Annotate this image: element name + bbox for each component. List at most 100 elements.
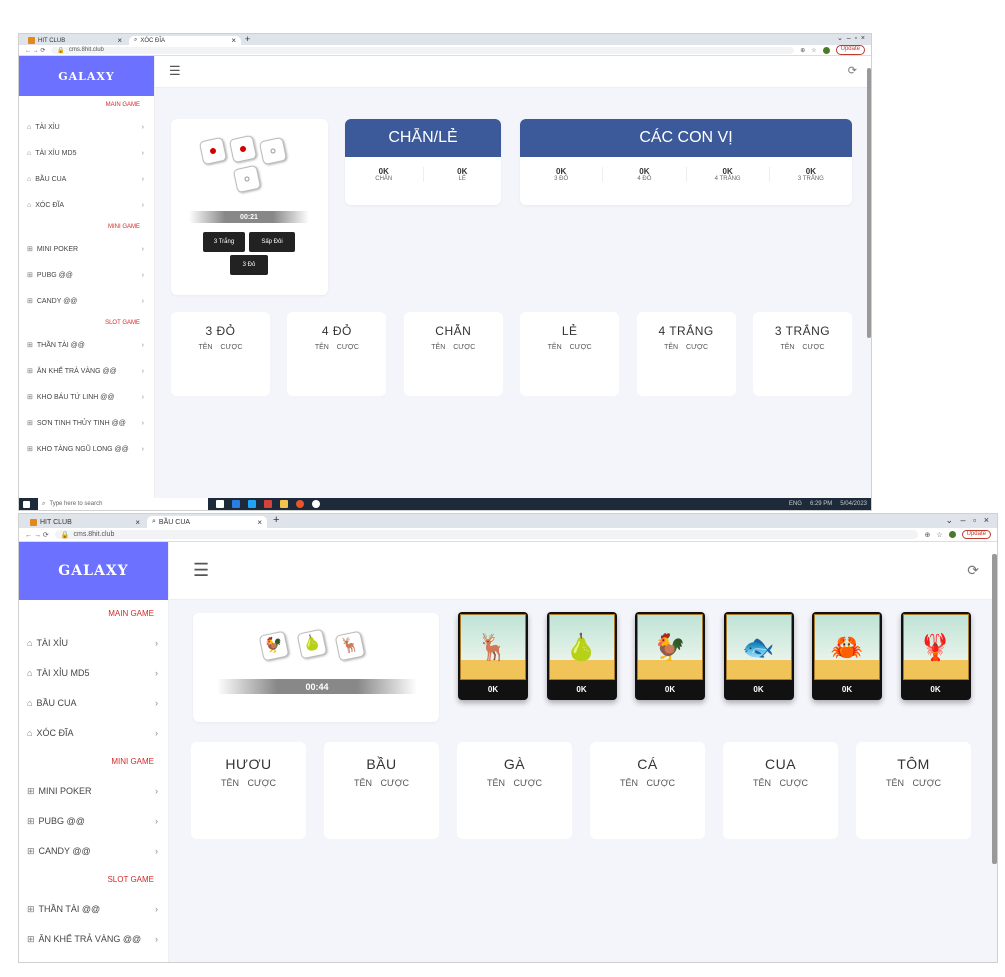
new-tab-button[interactable]: + xyxy=(273,514,279,526)
sidebar-item-pubg[interactable]: ⊞ PUBG @@ › xyxy=(19,806,168,836)
result-3-trang-button[interactable]: 3 Trắng xyxy=(203,232,245,252)
sidebar-item-kho-bau-tu-linh[interactable]: ⊞ KHO BÁU TỨ LINH @@ › xyxy=(19,384,154,410)
nav-arrows-icon[interactable]: ← → ⟳ xyxy=(25,47,45,54)
update-button[interactable]: Update xyxy=(835,45,865,55)
tab-hit-club[interactable]: HIT CLUB × xyxy=(25,516,145,528)
refresh-icon[interactable]: ⟳ xyxy=(967,562,979,579)
sidebar-item-bau-cua[interactable]: ⌂ BẦU CUA › xyxy=(19,166,154,192)
bet-card-huou[interactable]: HƯƠU TÊN CƯỢC xyxy=(191,742,306,839)
sidebar: GALAXY MAIN GAME ⌂ TÀI XỈU › ⌂ TÀI XỈU MD5 › ⌂… xyxy=(19,542,169,962)
url-field[interactable]: 🔒 cms.8hit.club xyxy=(54,529,919,540)
close-tab-icon[interactable]: × xyxy=(117,36,122,45)
sidebar-item-candy[interactable]: ⊞ CANDY @@ › xyxy=(19,288,154,314)
bet-card-3-trang[interactable]: 3 TRẮNG TÊN CƯỢC xyxy=(753,312,852,396)
url-field[interactable]: 🔒 cms.8hit.club xyxy=(51,46,795,54)
close-tab-icon[interactable]: × xyxy=(257,518,262,527)
extension-icon[interactable] xyxy=(948,531,956,538)
bet-card-le[interactable]: LẺ TÊN CƯỢC xyxy=(520,312,620,396)
sidebar-item-bau-cua[interactable]: ⌂ BẦU CUA › xyxy=(19,688,168,718)
animal-card[interactable]: 🦌 0K xyxy=(458,612,528,700)
header-bar: ☰ ⟳ xyxy=(155,56,871,88)
refresh-icon[interactable]: ⟳ xyxy=(848,64,857,77)
countdown-timer: 00:21 xyxy=(189,211,309,223)
animal-card[interactable]: 🐟 0K xyxy=(723,612,794,700)
sidebar-item-candy[interactable]: ⊞ CANDY @@ › xyxy=(19,836,168,866)
windows-start-icon[interactable] xyxy=(23,500,30,508)
bet-card-tom[interactable]: TÔM TÊN CƯỢC xyxy=(856,742,971,839)
close-tab-icon[interactable]: × xyxy=(135,518,140,527)
die-bau-icon: 🍐 xyxy=(296,628,328,660)
grid-icon: ⊞ xyxy=(27,246,33,253)
taskbar-time: 6:29 PM xyxy=(809,501,833,507)
stat-value: 0K xyxy=(378,167,389,176)
extension-icon[interactable] xyxy=(822,46,830,54)
new-tab-button[interactable]: + xyxy=(245,34,250,44)
game-icon: ⌂ xyxy=(27,123,32,131)
tab-xoc-dia[interactable]: ⌕ XÓC ĐĨA × xyxy=(129,36,241,45)
sidebar-item-tai-xiu[interactable]: ⌂ TÀI XỈU › xyxy=(19,628,168,658)
close-tab-icon[interactable]: × xyxy=(231,36,236,45)
bet-card-cua[interactable]: CUA TÊN CƯỢC xyxy=(723,742,838,839)
sidebar-item-label: THẦN TÀI @@ xyxy=(38,904,101,914)
sidebar-item-mini-poker[interactable]: ⊞ MINI POKER › xyxy=(19,236,154,262)
task-view-icon[interactable] xyxy=(216,500,224,508)
taskbar-search[interactable]: ⌕ Type here to search xyxy=(38,498,208,510)
app-icon[interactable] xyxy=(232,500,240,508)
sidebar-item-label: PUBG @@ xyxy=(38,816,85,826)
sidebar-item-xoc-dia[interactable]: ⌂ XÓC ĐĨA › xyxy=(19,718,168,748)
scrollbar[interactable] xyxy=(992,554,997,864)
tab-bau-cua[interactable]: ⌕ BẦU CUA × xyxy=(147,516,267,528)
nav-arrows-icon[interactable]: ← → ⟳ xyxy=(25,531,49,539)
sidebar-item-label: XÓC ĐĨA xyxy=(35,201,65,209)
menu-icon[interactable]: ☰ xyxy=(169,63,181,79)
chrome-icon[interactable] xyxy=(312,500,320,508)
app-icon[interactable] xyxy=(296,500,304,508)
bet-subtitle: TÊN CƯỢC xyxy=(314,343,359,351)
bau-cua-dice-card: 🐓 🍐 🦌 00:44 xyxy=(193,613,439,722)
zoom-icon[interactable]: ⊕ xyxy=(924,531,930,539)
app-icon[interactable] xyxy=(264,500,272,508)
stat-label: 3 ĐỎ xyxy=(554,176,569,182)
result-3-do-button[interactable]: 3 Đỏ xyxy=(230,255,268,275)
star-icon[interactable]: ☆ xyxy=(936,531,942,539)
bet-card-bau[interactable]: BẦU TÊN CƯỢC xyxy=(324,742,439,839)
animal-card[interactable]: 🦞 0K xyxy=(900,612,971,700)
grid-icon: ⊞ xyxy=(27,933,35,944)
sidebar-item-son-tinh-thuy-tinh[interactable]: ⊞ SƠN TINH THỦY TINH @@ › xyxy=(19,410,154,436)
sidebar-item-kho-tang-ngu-long[interactable]: ⊞ KHO TÀNG NGŨ LONG @@ › xyxy=(19,436,154,462)
bet-card-3-do[interactable]: 3 ĐỎ TÊN CƯỢC xyxy=(171,312,270,396)
sidebar-item-pubg[interactable]: ⊞ PUBG @@ › xyxy=(19,262,154,288)
menu-icon[interactable]: ☰ xyxy=(193,560,209,581)
zoom-icon[interactable]: ⊕ xyxy=(800,47,805,54)
bet-card-4-do[interactable]: 4 ĐỎ TÊN CƯỢC xyxy=(287,312,387,396)
sidebar-item-an-khe-tra-vang[interactable]: ⊞ ĂN KHẾ TRẢ VÀNG @@ › xyxy=(19,358,154,384)
app-icon[interactable] xyxy=(280,500,288,508)
sidebar-item-an-khe-tra-vang[interactable]: ⊞ ĂN KHẾ TRẢ VÀNG @@ › xyxy=(19,924,168,954)
sidebar-item-xoc-dia[interactable]: ⌂ XÓC ĐĨA › xyxy=(19,192,154,218)
bet-card-ga[interactable]: GÀ TÊN CƯỢC xyxy=(457,742,572,839)
bet-card-4-trang[interactable]: 4 TRẮNG TÊN CƯỢC xyxy=(636,312,736,396)
sidebar-item-tai-xiu[interactable]: ⌂ TÀI XỈU › xyxy=(19,114,154,140)
window-controls-icon[interactable]: ⌄ – ▫ × xyxy=(946,515,990,526)
window-controls-icon[interactable]: ⌄ – ▫ × xyxy=(837,34,865,42)
bet-subtitle: TÊN CƯỢC xyxy=(620,777,675,788)
animal-card[interactable]: 🍐 0K xyxy=(546,612,617,700)
animal-card[interactable]: 🦀 0K xyxy=(812,612,882,700)
result-sap-doi-button[interactable]: Sấp Đôi xyxy=(249,232,295,252)
animal-card[interactable]: 🐓 0K xyxy=(635,612,705,700)
scrollbar[interactable] xyxy=(867,68,871,338)
star-icon[interactable]: ☆ xyxy=(811,47,816,54)
chevron-right-icon: › xyxy=(141,297,144,305)
app-icon[interactable] xyxy=(248,500,256,508)
sidebar-item-mini-poker[interactable]: ⊞ MINI POKER › xyxy=(19,776,168,806)
sidebar-item-than-tai[interactable]: ⊞ THẦN TÀI @@ › xyxy=(19,332,154,358)
bet-card-ca[interactable]: CÁ TÊN CƯỢC xyxy=(590,742,705,839)
sidebar-item-tai-xiu-md5[interactable]: ⌂ TÀI XỈU MD5 › xyxy=(19,140,154,166)
update-button[interactable]: Update xyxy=(961,529,991,540)
sidebar-item-tai-xiu-md5[interactable]: ⌂ TÀI XỈU MD5 › xyxy=(19,658,168,688)
bet-card-chan[interactable]: CHẴN TÊN CƯỢC xyxy=(403,312,503,396)
tab-hit-club[interactable]: HIT CLUB × xyxy=(23,36,127,45)
sidebar-item-than-tai[interactable]: ⊞ THẦN TÀI @@ › xyxy=(19,894,168,924)
tab-strip: HIT CLUB × ⌕ XÓC ĐĨA × + ⌄ – ▫ × xyxy=(19,34,871,45)
bet-subtitle: TÊN CƯỢC xyxy=(886,777,941,788)
